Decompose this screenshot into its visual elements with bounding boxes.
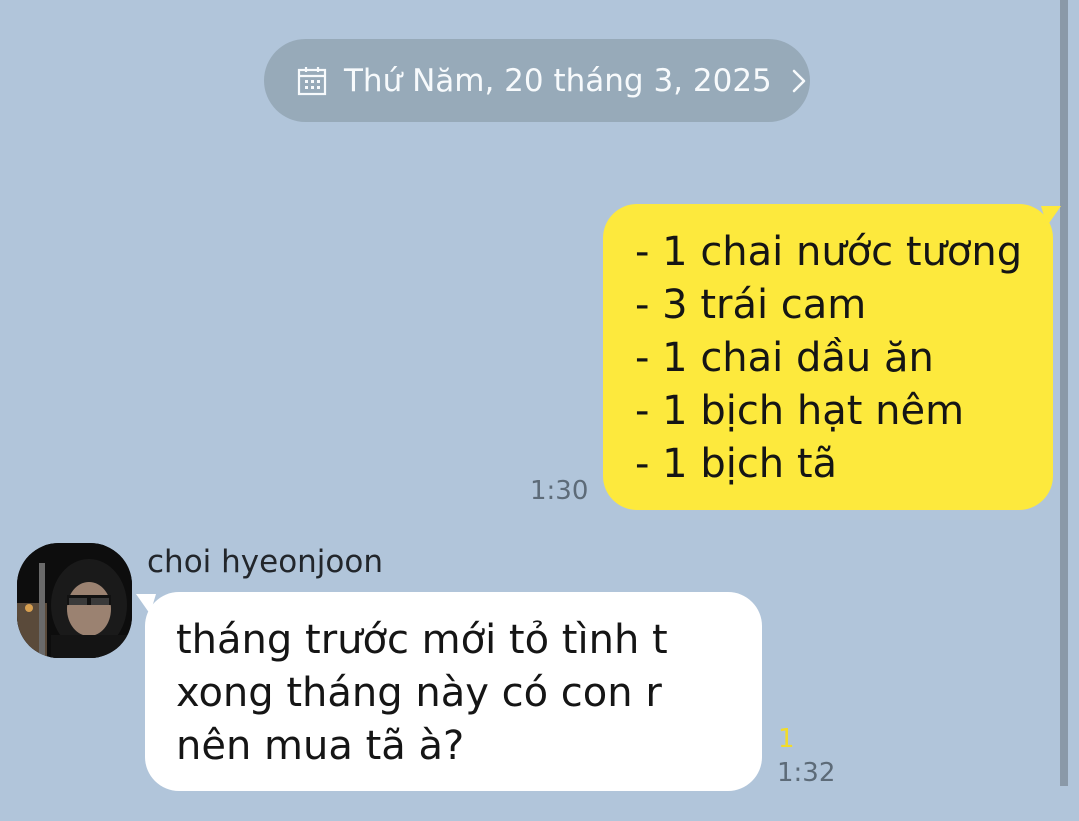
avatar-image (17, 543, 132, 658)
date-text: Thứ Năm, 20 tháng 3, 2025 (344, 62, 772, 99)
message-line: - 1 bịch tã (635, 441, 838, 487)
calendar-icon (297, 66, 327, 95)
incoming-message-bubble[interactable]: tháng trước mới tỏ tình t xong tháng này… (136, 592, 762, 791)
outgoing-message-time: 1:30 (530, 476, 589, 506)
sender-name: choi hyeonjoon (147, 544, 383, 580)
unread-count: 1 (778, 724, 795, 754)
bubble-tail (1041, 206, 1061, 226)
message-line: - 3 trái cam (635, 282, 867, 328)
message-line: xong tháng này có con r (176, 670, 662, 716)
date-divider[interactable]: Thứ Năm, 20 tháng 3, 2025 (264, 39, 810, 122)
bubble-tail (136, 594, 156, 614)
message-line: nên mua tã à? (176, 723, 465, 769)
outgoing-message-bubble[interactable]: - 1 chai nước tương - 3 trái cam - 1 cha… (603, 204, 1061, 510)
avatar[interactable] (17, 543, 132, 658)
message-line: - 1 chai nước tương (635, 229, 1023, 275)
message-line: - 1 chai dầu ăn (635, 335, 934, 381)
incoming-message-time: 1:32 (777, 758, 836, 788)
message-line: - 1 bịch hạt nêm (635, 388, 965, 434)
message-line: tháng trước mới tỏ tình t (176, 617, 668, 663)
chevron-right-icon (792, 69, 806, 92)
scrollbar[interactable] (1060, 0, 1068, 786)
